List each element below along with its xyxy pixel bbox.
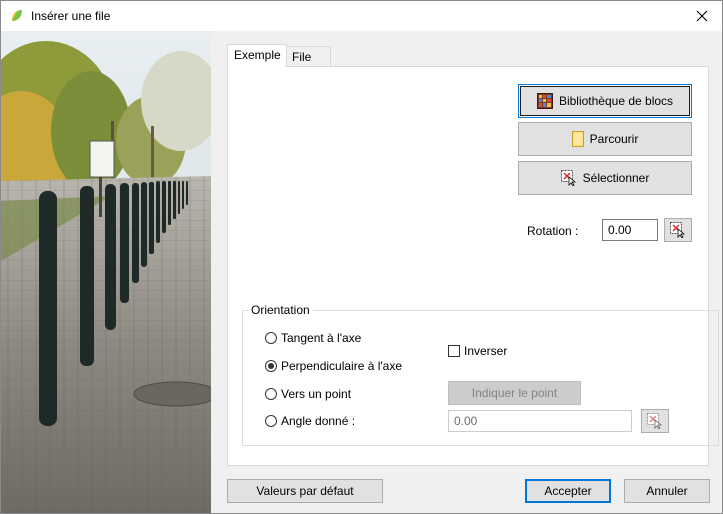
preview-image — [1, 31, 211, 513]
block-library-button[interactable]: Bibliothèque de blocs — [518, 84, 692, 118]
indicate-point-button[interactable]: Indiquer le point — [448, 381, 581, 405]
folder-icon — [571, 131, 584, 147]
pick-cursor-icon — [560, 170, 576, 186]
leaf-icon — [12, 10, 22, 21]
angle-pick-button[interactable] — [641, 409, 669, 433]
inverser-label[interactable]: Inverser — [464, 344, 507, 358]
tab-exemple[interactable]: Exemple — [227, 44, 287, 67]
radio-angle-donne[interactable] — [265, 415, 277, 427]
close-icon — [696, 10, 708, 22]
browse-button[interactable]: Parcourir — [518, 122, 692, 156]
title-bar: Insérer une file — [1, 1, 722, 31]
radio-tangent-label[interactable]: Tangent à l'axe — [281, 331, 361, 345]
default-values-button[interactable]: Valeurs par défaut — [227, 479, 383, 503]
rotation-input[interactable]: 0.00 — [602, 219, 658, 241]
pick-cursor-icon — [670, 222, 686, 238]
pick-cursor-icon — [647, 413, 663, 429]
accept-label: Accepter — [544, 484, 592, 498]
radio-angle-donne-label[interactable]: Angle donné : — [281, 414, 355, 428]
window-title: Insérer une file — [31, 9, 111, 23]
radio-perpendiculaire-label[interactable]: Perpendiculaire à l'axe — [281, 359, 402, 373]
block-library-label: Bibliothèque de blocs — [558, 94, 674, 108]
tab-file[interactable]: File — [285, 46, 331, 67]
rotation-label: Rotation : — [527, 224, 579, 238]
angle-input[interactable]: 0.00 — [448, 410, 632, 432]
close-button[interactable] — [682, 1, 722, 31]
browse-label: Parcourir — [589, 132, 639, 146]
radio-vers-point-label[interactable]: Vers un point — [281, 387, 351, 401]
indicate-point-label: Indiquer le point — [471, 386, 558, 400]
inverser-checkbox[interactable] — [448, 345, 460, 357]
cancel-button[interactable]: Annuler — [624, 479, 710, 503]
orientation-group-title: Orientation — [248, 303, 313, 317]
radio-vers-point[interactable] — [265, 388, 277, 400]
rotation-pick-button[interactable] — [664, 218, 692, 242]
select-label: Sélectionner — [582, 171, 650, 185]
accept-button[interactable]: Accepter — [525, 479, 611, 503]
insert-file-dialog: Insérer une file Exemple File Bibliothèq… — [0, 0, 723, 514]
select-button[interactable]: Sélectionner — [518, 161, 692, 195]
radio-tangent[interactable] — [265, 332, 277, 344]
default-values-label: Valeurs par défaut — [256, 484, 354, 498]
cancel-label: Annuler — [646, 484, 688, 498]
block-library-icon — [536, 93, 553, 109]
radio-perpendiculaire[interactable] — [265, 360, 277, 372]
